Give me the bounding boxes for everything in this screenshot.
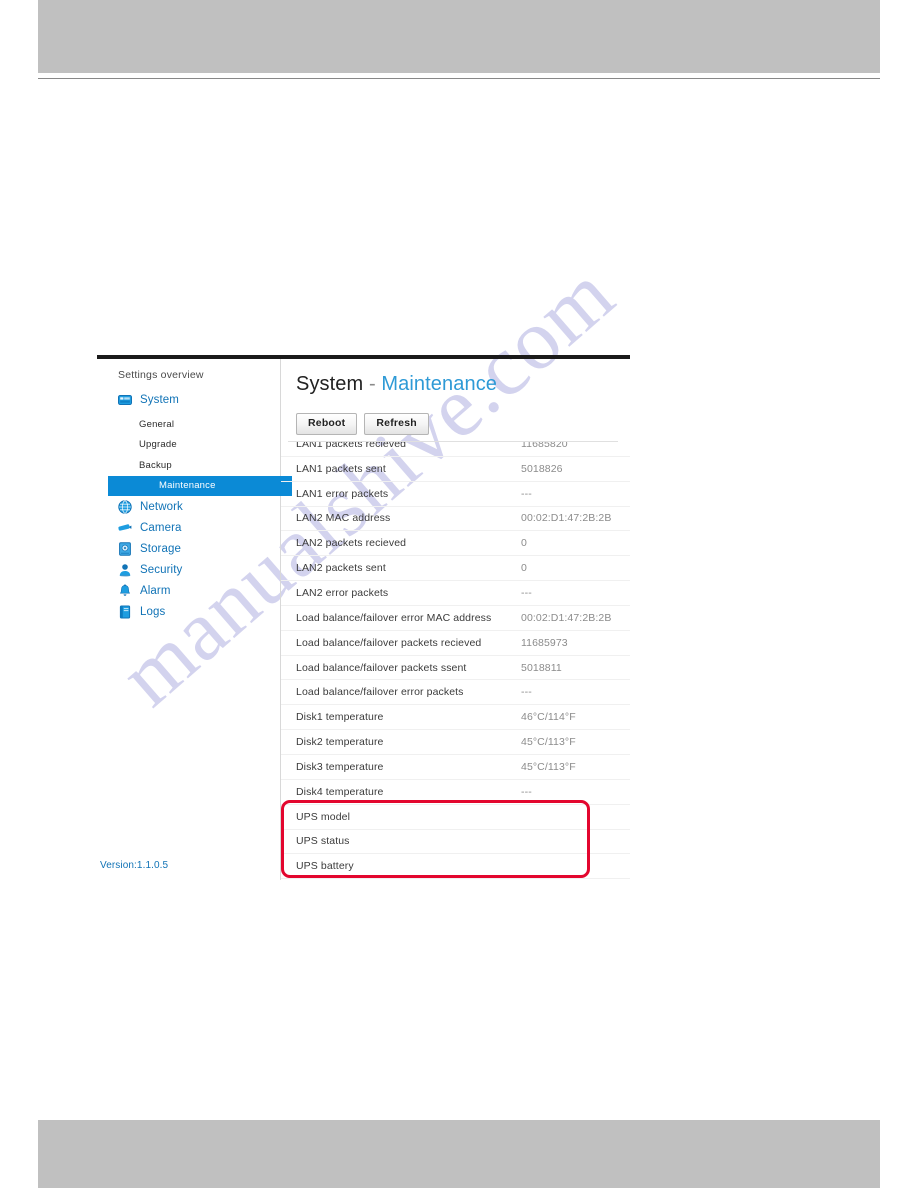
page-title-sub: Maintenance xyxy=(381,373,498,395)
info-row: UPS battery xyxy=(281,854,630,880)
sidebar-child-label: Backup xyxy=(139,459,172,471)
info-row-value: --- xyxy=(521,785,532,798)
sidebar-item-backup[interactable]: Backup xyxy=(97,455,281,476)
info-row-key: Load balance/failover error packets xyxy=(296,686,464,699)
info-row: LAN2 error packets --- xyxy=(281,581,630,606)
page-title-main: System xyxy=(296,373,364,395)
refresh-button[interactable]: Refresh xyxy=(364,413,429,435)
sidebar-item-storage[interactable]: Storage xyxy=(97,538,281,559)
info-row-value: --- xyxy=(521,586,532,599)
sidebar-item-label: Network xyxy=(140,500,183,513)
info-row-value: 46°C/114°F xyxy=(521,711,576,724)
user-icon xyxy=(118,563,132,577)
storage-icon xyxy=(118,541,132,556)
camera-icon xyxy=(118,521,132,535)
info-row: LAN1 error packets --- xyxy=(281,482,630,507)
info-row-key: LAN2 packets recieved xyxy=(296,537,407,550)
info-row-key: Disk3 temperature xyxy=(296,760,384,773)
info-row: Disk3 temperature 45°C/113°F xyxy=(281,755,630,780)
info-row-value: --- xyxy=(521,487,532,500)
info-row-key: Load balance/failover error MAC address xyxy=(296,611,492,624)
bell-icon xyxy=(118,583,132,598)
info-row: Disk1 temperature 46°C/114°F xyxy=(281,705,630,731)
info-row: Load balance/failover error MAC address 0… xyxy=(281,606,630,631)
info-row-key: Load balance/failover packets ssent xyxy=(296,661,467,674)
info-row-value: --- xyxy=(521,686,532,699)
info-row: Disk2 temperature 45°C/113°F xyxy=(281,730,630,755)
info-row: UPS model xyxy=(281,805,630,830)
info-row: LAN1 packets recieved 11685820 xyxy=(281,442,630,457)
info-row-key: Disk1 temperature xyxy=(296,711,384,724)
info-row: Load balance/failover packets ssent 50188… xyxy=(281,656,630,681)
info-row-value: 11685973 xyxy=(521,636,568,649)
info-row: Load balance/failover error packets --- xyxy=(281,680,630,706)
sidebar-item-general[interactable]: General xyxy=(97,414,281,435)
sidebar-item-label: Storage xyxy=(140,542,181,555)
version-label: Version:1.1.0.5 xyxy=(100,860,169,871)
settings-sidebar: Settings overview System General Upgrade… xyxy=(97,359,292,880)
sidebar-item-label: Camera xyxy=(140,521,182,534)
globe-icon xyxy=(118,499,132,514)
info-row-value: 45°C/113°F xyxy=(521,760,576,773)
page-title-separator: - xyxy=(368,373,376,395)
info-row-key: Disk2 temperature xyxy=(296,736,384,749)
sidebar-item-maintenance[interactable]: Maintenance xyxy=(108,475,292,496)
sidebar-item-logs[interactable]: Logs xyxy=(97,601,281,622)
info-row-key: UPS status xyxy=(296,835,350,848)
info-row-key: Disk4 temperature xyxy=(296,785,384,798)
sidebar-item-network[interactable]: Network xyxy=(97,496,281,517)
info-row-value: 5018826 xyxy=(521,462,563,475)
sidebar-item-label: Alarm xyxy=(140,584,171,597)
info-row-key: Load balance/failover packets recieved xyxy=(296,636,482,649)
sidebar-child-label: Maintenance xyxy=(159,480,216,492)
maintenance-toolbar: Reboot Refresh xyxy=(296,413,429,435)
info-row-value: 5018811 xyxy=(521,661,562,674)
info-row-key: LAN2 packets sent xyxy=(296,562,386,575)
app-screenshot: Settings overview System General Upgrade… xyxy=(97,355,630,880)
info-row-value: 11685820 xyxy=(521,442,568,450)
page-header-rule xyxy=(38,78,880,79)
sidebar-item-security[interactable]: Security xyxy=(97,559,281,580)
info-row-value: 00:02:D1:47:2B:2B xyxy=(521,512,612,525)
page-header-band xyxy=(38,0,880,73)
page-footer-band xyxy=(38,1120,880,1188)
info-row: UPS status xyxy=(281,830,630,855)
system-info-list: LAN1 packets recieved 11685820 LAN1 packet… xyxy=(281,442,630,880)
info-row: LAN2 packets sent 0 xyxy=(281,556,630,582)
sidebar-item-label: Logs xyxy=(140,605,166,618)
sidebar-child-label: General xyxy=(139,418,175,430)
info-row-key: LAN1 error packets xyxy=(296,487,389,500)
info-row: LAN2 MAC address 00:02:D1:47:2B:2B xyxy=(281,507,630,532)
sidebar-header: Settings overview xyxy=(118,369,204,381)
book-icon xyxy=(118,605,132,619)
info-row: Disk4 temperature --- xyxy=(281,780,630,805)
sidebar-child-label: Upgrade xyxy=(139,439,177,451)
info-row: Load balance/failover packets recieved 11… xyxy=(281,631,630,656)
sidebar-item-alarm[interactable]: Alarm xyxy=(97,580,281,601)
page-title: System - Maintenance xyxy=(296,373,497,396)
info-row-key: UPS model xyxy=(296,810,351,823)
info-row-value: 00:02:D1:47:2B:2B xyxy=(521,611,612,624)
system-icon xyxy=(118,393,132,407)
info-row-value: 0 xyxy=(521,537,527,550)
info-row-key: LAN1 packets sent xyxy=(296,462,386,475)
info-row: LAN1 packets sent 5018826 xyxy=(281,457,630,482)
sidebar-item-camera[interactable]: Camera xyxy=(97,517,281,538)
info-row-value: 0 xyxy=(521,562,527,575)
sidebar-item-label: Security xyxy=(140,563,183,576)
info-row-key: LAN2 error packets xyxy=(296,586,389,599)
info-row-key: LAN2 MAC address xyxy=(296,512,391,525)
info-row-key: LAN1 packets recieved xyxy=(296,442,407,450)
info-row: LAN2 packets recieved 0 xyxy=(281,531,630,557)
settings-content: System - Maintenance Reboot Refresh LAN1… xyxy=(281,359,630,880)
sidebar-item-system[interactable]: System xyxy=(97,389,281,410)
sidebar-item-label: System xyxy=(140,393,179,406)
sidebar-nav: System General Upgrade Backup Maintenanc… xyxy=(97,389,292,622)
info-row-key: UPS battery xyxy=(296,860,354,873)
sidebar-item-upgrade[interactable]: Upgrade xyxy=(97,435,281,456)
info-row-value: 45°C/113°F xyxy=(521,736,576,749)
reboot-button[interactable]: Reboot xyxy=(296,413,358,435)
